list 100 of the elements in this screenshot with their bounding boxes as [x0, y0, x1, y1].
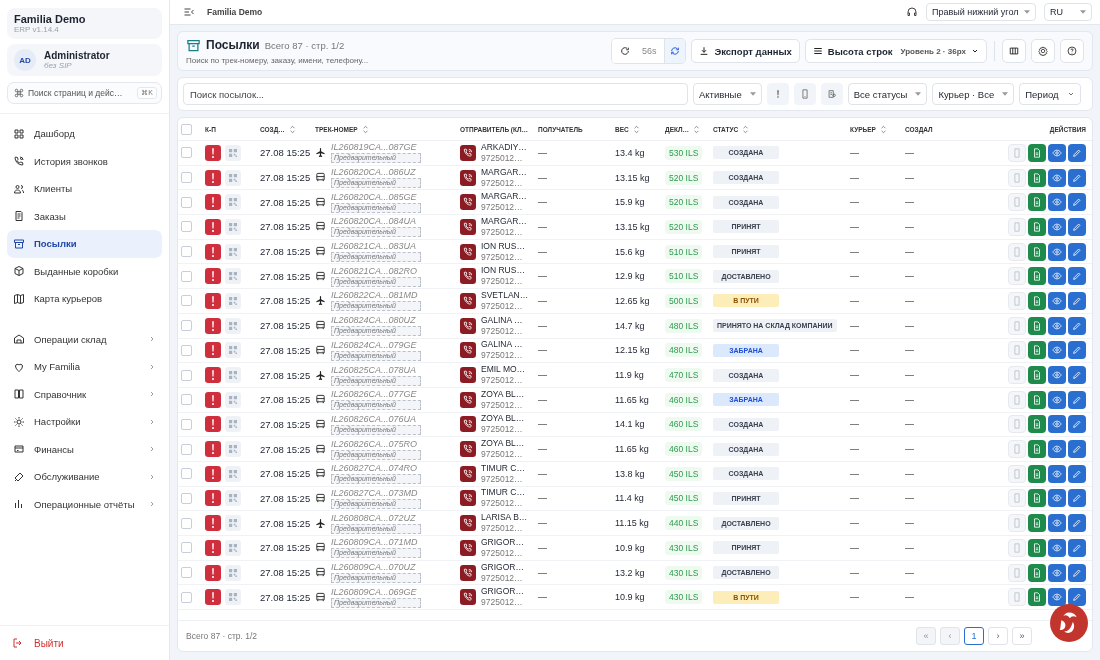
document-button[interactable]	[1028, 415, 1046, 434]
nav-item[interactable]: Заказы	[7, 202, 162, 230]
row-checkbox[interactable]	[181, 295, 192, 307]
row-checkbox[interactable]	[181, 246, 192, 258]
row-checkbox[interactable]	[181, 394, 192, 406]
document-button[interactable]	[1028, 242, 1046, 261]
phone-icon[interactable]	[460, 144, 476, 161]
logout-link[interactable]: Выйти	[0, 625, 169, 660]
view-button[interactable]	[1048, 267, 1066, 286]
phone-icon[interactable]	[460, 243, 476, 260]
phone-icon[interactable]	[460, 292, 476, 309]
alert-icon[interactable]	[205, 342, 221, 359]
view-button[interactable]	[1048, 217, 1066, 236]
alert-icon[interactable]	[205, 268, 221, 285]
edit-button[interactable]	[1068, 242, 1086, 261]
document-button[interactable]	[1028, 341, 1046, 360]
nav-item[interactable]: История звонков	[7, 147, 162, 175]
document-button[interactable]	[1028, 588, 1046, 607]
select-all-checkbox[interactable]	[181, 123, 192, 135]
edit-button[interactable]	[1068, 267, 1086, 286]
view-button[interactable]	[1048, 291, 1066, 310]
menu-icon[interactable]	[183, 6, 195, 18]
nav-item[interactable]: Дашборд	[7, 120, 162, 148]
row-checkbox[interactable]	[181, 443, 192, 455]
row-checkbox[interactable]	[181, 320, 192, 332]
phone-icon[interactable]	[460, 169, 476, 186]
sort-icon[interactable]	[879, 124, 887, 134]
sort-icon[interactable]	[742, 124, 750, 134]
edit-button[interactable]	[1068, 316, 1086, 335]
alert-icon[interactable]	[205, 490, 221, 507]
row-checkbox[interactable]	[181, 542, 192, 554]
sort-icon[interactable]	[361, 124, 369, 134]
sort-icon[interactable]	[288, 124, 296, 134]
edit-button[interactable]	[1068, 489, 1086, 508]
document-button[interactable]	[1028, 514, 1046, 533]
phone-icon[interactable]	[460, 218, 476, 235]
row-checkbox[interactable]	[181, 567, 192, 579]
headset-icon[interactable]	[906, 6, 918, 18]
document-button[interactable]	[1028, 563, 1046, 582]
track-number[interactable]: IL260824CA...079GE	[331, 339, 421, 351]
auto-refresh-toggle[interactable]	[664, 39, 686, 63]
nav-group[interactable]: Обслуживание	[7, 463, 162, 491]
edit-button[interactable]	[1068, 143, 1086, 162]
document-button[interactable]	[1028, 440, 1046, 459]
row-checkbox[interactable]	[181, 147, 192, 159]
settings-button[interactable]	[1031, 39, 1055, 63]
edit-button[interactable]	[1068, 193, 1086, 212]
row-checkbox[interactable]	[181, 517, 192, 529]
edit-button[interactable]	[1068, 563, 1086, 582]
track-number[interactable]: IL260822CA...081MD	[331, 290, 421, 302]
document-button[interactable]	[1028, 267, 1046, 286]
view-button[interactable]	[1048, 366, 1066, 385]
alert-icon[interactable]	[205, 539, 221, 556]
edit-button[interactable]	[1068, 217, 1086, 236]
alert-icon[interactable]	[205, 243, 221, 260]
phone-icon[interactable]	[460, 564, 476, 581]
status-select[interactable]: Все статусы	[847, 83, 928, 105]
view-button[interactable]	[1048, 242, 1066, 261]
view-button[interactable]	[1048, 514, 1066, 533]
nav-item[interactable]: Клиенты	[7, 175, 162, 203]
edit-button[interactable]	[1068, 538, 1086, 557]
nav-item[interactable]: Посылки	[7, 230, 162, 258]
row-checkbox[interactable]	[181, 468, 192, 480]
track-number[interactable]: IL260819CA...087GE	[331, 142, 421, 154]
search-field[interactable]: Поиск посылок...	[183, 83, 688, 105]
row-checkbox[interactable]	[181, 270, 192, 282]
view-button[interactable]	[1048, 390, 1066, 409]
edit-button[interactable]	[1068, 291, 1086, 310]
view-button[interactable]	[1048, 588, 1066, 607]
edit-button[interactable]	[1068, 588, 1086, 607]
sort-icon[interactable]	[693, 124, 700, 134]
track-number[interactable]: IL260825CA...078UA	[331, 364, 421, 376]
track-number[interactable]: IL260826CA...077GE	[331, 389, 421, 401]
view-button[interactable]	[1048, 341, 1066, 360]
phone-icon[interactable]	[460, 194, 476, 211]
phone-icon[interactable]	[460, 490, 476, 507]
view-button[interactable]	[1048, 168, 1066, 187]
phone-icon[interactable]	[460, 367, 476, 384]
track-number[interactable]: IL260809CA...069GE	[331, 586, 421, 598]
view-button[interactable]	[1048, 563, 1066, 582]
track-number[interactable]: IL260809CA...070UZ	[331, 562, 421, 574]
view-button[interactable]	[1048, 316, 1066, 335]
document-button[interactable]	[1028, 168, 1046, 187]
document-button[interactable]	[1028, 489, 1046, 508]
track-number[interactable]: IL260821CA...082RO	[331, 265, 421, 277]
alert-icon[interactable]	[205, 367, 221, 384]
nav-group[interactable]: Настройки	[7, 408, 162, 436]
alert-icon[interactable]	[205, 391, 221, 408]
edit-button[interactable]	[1068, 464, 1086, 483]
track-number[interactable]: IL260824CA...080UZ	[331, 315, 421, 327]
alert-icon[interactable]	[205, 317, 221, 334]
track-number[interactable]: IL260820CA...085GE	[331, 191, 421, 203]
edit-button[interactable]	[1068, 390, 1086, 409]
alert-icon[interactable]	[205, 194, 221, 211]
help-button[interactable]	[1060, 39, 1084, 63]
phone-icon[interactable]	[460, 589, 476, 606]
track-number[interactable]: IL260826CA...075RO	[331, 438, 421, 450]
user-card[interactable]: AD Administrator без SIP	[7, 44, 162, 76]
alert-icon[interactable]	[205, 564, 221, 581]
phone-icon[interactable]	[460, 342, 476, 359]
